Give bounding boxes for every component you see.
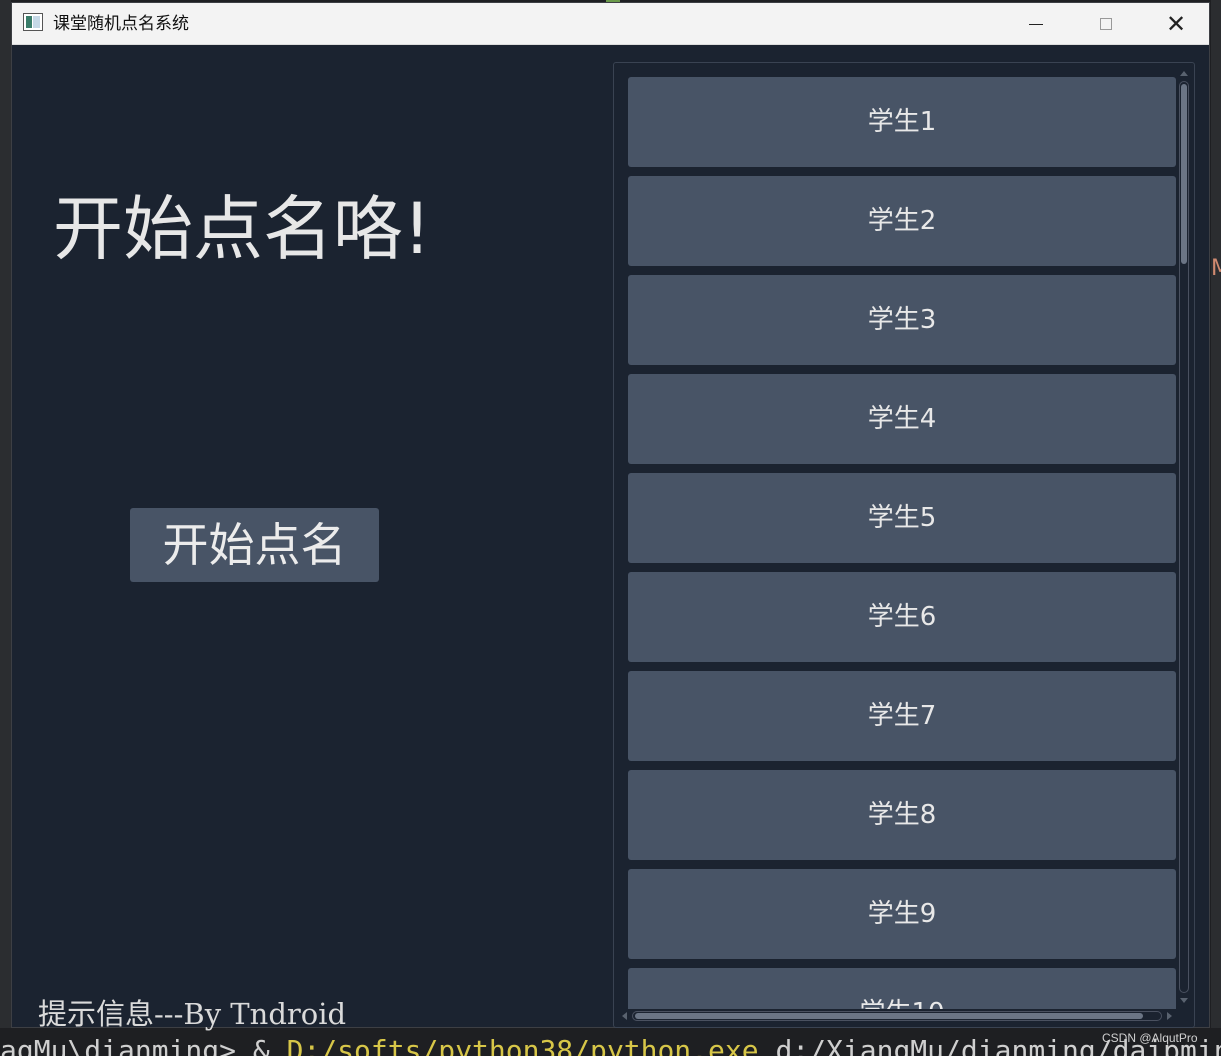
close-icon: ✕ xyxy=(1165,10,1187,38)
student-list-item[interactable]: 学生10 xyxy=(628,968,1176,1009)
background-side-letter: M xyxy=(1211,256,1221,281)
student-list-item[interactable]: 学生8 xyxy=(628,770,1176,860)
hint-label: 提示信息---By Tndroid xyxy=(38,997,347,1031)
background-right-strip xyxy=(1211,0,1221,1028)
scroll-up-arrow-icon[interactable] xyxy=(1180,71,1188,76)
main-content: 开始点名咯! 开始点名 提示信息---By Tndroid 学生1 学生2 学生3 学… xyxy=(12,45,1209,1031)
student-list-panel: 学生1学生2学生3学生4学生5学生6学生7学生8学生9 学生10 xyxy=(613,62,1195,1028)
horizontal-scroll-thumb[interactable] xyxy=(635,1013,1143,1019)
minimize-icon xyxy=(1029,23,1043,25)
student-list-item[interactable]: 学生3 xyxy=(628,275,1176,365)
student-list-item[interactable]: 学生2 xyxy=(628,176,1176,266)
background-left-strip xyxy=(0,0,11,1028)
student-list-item[interactable]: 学生5 xyxy=(628,473,1176,563)
scroll-right-arrow-icon[interactable] xyxy=(1167,1012,1172,1020)
maximize-icon xyxy=(1100,18,1112,30)
scroll-down-arrow-icon[interactable] xyxy=(1180,998,1188,1003)
maximize-button[interactable] xyxy=(1071,3,1141,45)
terminal-prefix: agMu\dianming> & xyxy=(0,1034,287,1056)
minimize-button[interactable] xyxy=(1001,3,1071,45)
watermark-text: CSDN @AlqutPro xyxy=(1102,1031,1198,1045)
scroll-left-arrow-icon[interactable] xyxy=(622,1012,627,1020)
start-rollcall-button[interactable]: 开始点名 xyxy=(130,508,379,582)
vertical-scroll-thumb[interactable] xyxy=(1181,84,1187,264)
vertical-scrollbar[interactable] xyxy=(1177,69,1191,1005)
title-bar[interactable]: 课堂随机点名系统 ✕ xyxy=(12,3,1209,45)
terminal-path: D:/softs/python38/python.exe xyxy=(286,1034,759,1056)
student-list[interactable]: 学生1学生2学生3学生4学生5学生6学生7学生8学生9 学生10 xyxy=(628,77,1176,1009)
student-list-item[interactable]: 学生7 xyxy=(628,671,1176,761)
student-list-item[interactable]: 学生4 xyxy=(628,374,1176,464)
horizontal-scrollbar[interactable] xyxy=(620,1009,1174,1023)
student-list-item[interactable]: 学生9 xyxy=(628,869,1176,959)
student-list-item[interactable]: 学生1 xyxy=(628,77,1176,167)
app-icon xyxy=(23,13,43,31)
close-button[interactable]: ✕ xyxy=(1141,3,1211,45)
student-list-item[interactable]: 学生6 xyxy=(628,572,1176,662)
headline-text: 开始点名咯! xyxy=(53,188,432,270)
window-title: 课堂随机点名系统 xyxy=(53,14,189,34)
app-window: 课堂随机点名系统 ✕ 开始点名咯! 开始点名 提示信息---By Tndroid… xyxy=(11,2,1210,1031)
